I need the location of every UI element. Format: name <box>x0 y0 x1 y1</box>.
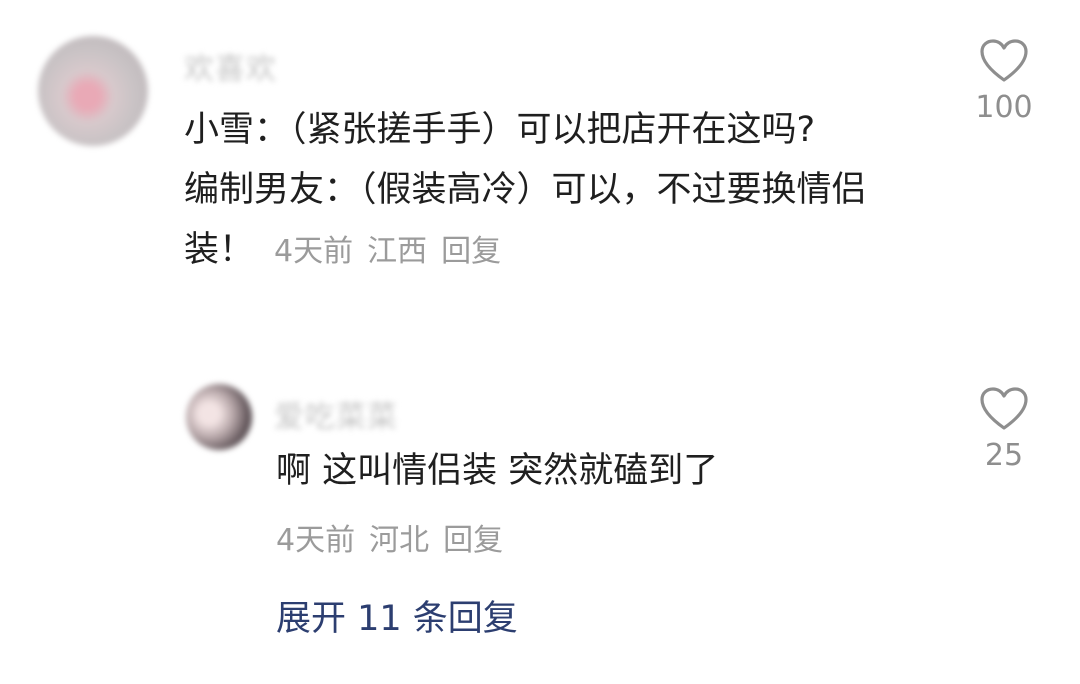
comment-line-1: 小雪：（紧张搓手手）可以把店开在这吗? <box>184 110 816 150</box>
commenter-avatar[interactable] <box>38 36 148 146</box>
comment-meta: 4天前 江西 回复 <box>274 234 515 269</box>
reply-text: 啊 这叫情侣装 突然就磕到了 <box>276 451 719 491</box>
reply-location: 河北 <box>369 523 430 558</box>
comment-like-count: 100 <box>975 90 1033 125</box>
comment-like-column: 100 <box>949 38 1059 125</box>
expand-replies-link[interactable]: 展开 11 条回复 <box>276 590 518 641</box>
reply-reply-button[interactable]: 回复 <box>443 523 503 558</box>
reply-like-count: 25 <box>984 438 1024 473</box>
comment-reply-button[interactable]: 回复 <box>441 234 501 269</box>
replier-username[interactable]: 爱吃菜菜 <box>274 392 398 436</box>
comment-time: 4天前 <box>274 234 354 269</box>
reply-like-column: 25 <box>949 386 1059 473</box>
comment-text: 小雪：（紧张搓手手）可以把店开在这吗? 编制男友：（假装高冷）可以，不过要换情侣… <box>184 100 904 282</box>
reply-time: 4天前 <box>276 523 356 558</box>
replier-avatar[interactable] <box>186 384 252 450</box>
comment-location: 江西 <box>367 234 428 269</box>
reply-meta: 4天前 河北 回复 <box>276 515 517 559</box>
heart-outline-icon[interactable] <box>979 386 1029 432</box>
heart-outline-icon[interactable] <box>979 38 1029 84</box>
commenter-username[interactable]: 欢喜欢 <box>184 44 277 88</box>
